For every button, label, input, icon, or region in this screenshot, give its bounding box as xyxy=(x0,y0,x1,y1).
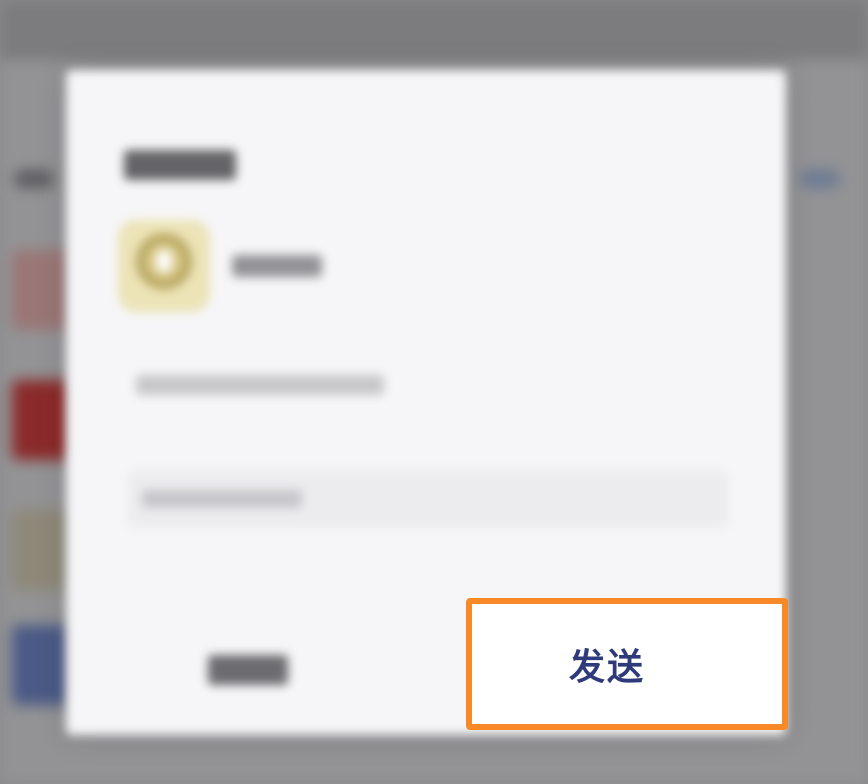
background-thumbnail xyxy=(12,510,72,590)
shared-content-preview xyxy=(136,375,384,395)
send-button[interactable]: 发送 xyxy=(466,598,788,730)
send-button-label: 发送 xyxy=(568,647,645,688)
cancel-button[interactable] xyxy=(208,655,288,685)
background-label xyxy=(800,170,840,188)
avatar-detail xyxy=(156,250,172,272)
user-avatar xyxy=(118,220,210,312)
background-top-bar xyxy=(0,0,868,60)
background-thumbnail xyxy=(12,380,72,460)
background-label xyxy=(14,170,54,188)
recipient-name xyxy=(232,255,322,277)
background-thumbnail xyxy=(12,625,72,705)
message-placeholder xyxy=(142,490,302,508)
background-thumbnail xyxy=(12,250,72,330)
dialog-title xyxy=(124,150,236,180)
message-input[interactable] xyxy=(128,470,728,528)
